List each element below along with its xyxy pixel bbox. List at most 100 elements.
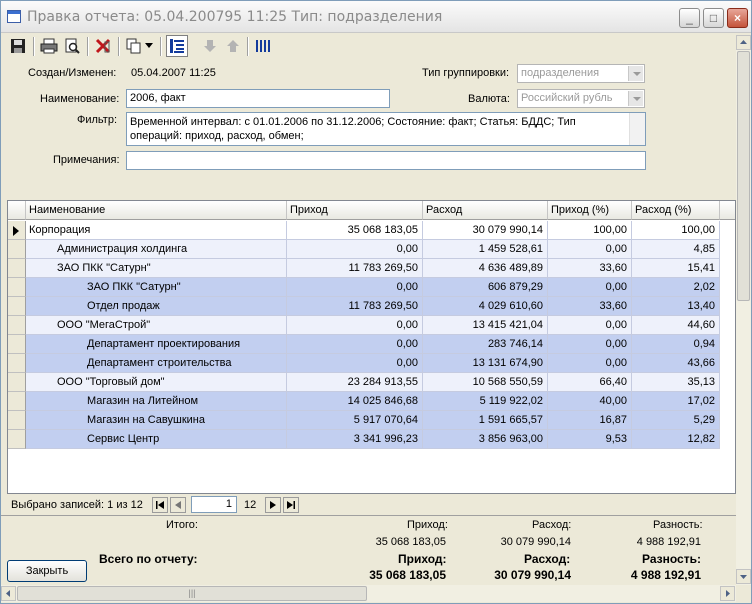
- cell-income[interactable]: 3 341 996,23: [287, 430, 423, 449]
- table-row[interactable]: ЗАО ПКК "Сатурн" 11 783 269,50 4 636 489,8…: [8, 259, 735, 278]
- scroll-thumb[interactable]: [737, 51, 750, 301]
- cell-expense-pct[interactable]: 100,00: [632, 221, 720, 240]
- column-header-expense-pct[interactable]: Расход (%): [632, 201, 720, 220]
- last-page-icon[interactable]: [283, 497, 299, 513]
- cell-expense-pct[interactable]: 4,85: [632, 240, 720, 259]
- column-header-income-pct[interactable]: Приход (%): [548, 201, 632, 220]
- cell-expense[interactable]: 1 459 528,61: [423, 240, 548, 259]
- row-indicator[interactable]: [8, 297, 26, 316]
- copy-dropdown-icon[interactable]: [143, 35, 155, 57]
- move-up-icon[interactable]: [222, 35, 244, 57]
- row-indicator[interactable]: [8, 354, 26, 373]
- cell-income-pct[interactable]: 0,00: [548, 316, 632, 335]
- cell-expense[interactable]: 13 415 421,04: [423, 316, 548, 335]
- cell-income-pct[interactable]: 100,00: [548, 221, 632, 240]
- table-row[interactable]: Администрация холдинга 0,00 1 459 528,61 0,…: [8, 240, 735, 259]
- cell-name[interactable]: Отдел продаж: [26, 297, 287, 316]
- cell-income[interactable]: 14 025 846,68: [287, 392, 423, 411]
- row-indicator[interactable]: [8, 259, 26, 278]
- cell-name[interactable]: ЗАО ПКК "Сатурн": [26, 278, 287, 297]
- cell-expense[interactable]: 30 079 990,14: [423, 221, 548, 240]
- row-indicator[interactable]: [8, 221, 26, 240]
- scroll-left-icon[interactable]: [1, 586, 16, 601]
- next-page-icon[interactable]: [265, 497, 281, 513]
- scroll-down-icon[interactable]: [736, 569, 751, 584]
- cell-expense-pct[interactable]: 0,94: [632, 335, 720, 354]
- cell-income[interactable]: 0,00: [287, 316, 423, 335]
- cell-expense[interactable]: 13 131 674,90: [423, 354, 548, 373]
- cell-expense-pct[interactable]: 43,66: [632, 354, 720, 373]
- table-row[interactable]: ЗАО ПКК "Сатурн" 0,00 606 879,29 0,00 2,02: [8, 278, 735, 297]
- table-row[interactable]: Сервис Центр 3 341 996,23 3 856 963,00 9,53…: [8, 430, 735, 449]
- column-header-name[interactable]: Наименование: [26, 201, 287, 220]
- print-preview-icon[interactable]: [61, 35, 83, 57]
- row-indicator[interactable]: [8, 278, 26, 297]
- cell-name[interactable]: ООО "МегаСтрой": [26, 316, 287, 335]
- row-indicator[interactable]: [8, 240, 26, 259]
- horizontal-scroll-thumb[interactable]: |||: [17, 586, 367, 601]
- cell-income[interactable]: 0,00: [287, 354, 423, 373]
- table-row[interactable]: ООО "МегаСтрой" 0,00 13 415 421,04 0,00 44,6…: [8, 316, 735, 335]
- first-page-icon[interactable]: [152, 497, 168, 513]
- cell-name[interactable]: Департамент проектирования: [26, 335, 287, 354]
- row-indicator[interactable]: [8, 411, 26, 430]
- cell-expense-pct[interactable]: 15,41: [632, 259, 720, 278]
- cell-expense[interactable]: 10 568 550,59: [423, 373, 548, 392]
- row-indicator[interactable]: [8, 335, 26, 354]
- grouping-combo[interactable]: подразделения: [517, 64, 645, 83]
- table-row[interactable]: Магазин на Савушкина 5 917 070,64 1 591 66…: [8, 411, 735, 430]
- cell-expense[interactable]: 606 879,29: [423, 278, 548, 297]
- cell-name[interactable]: Администрация холдинга: [26, 240, 287, 259]
- cell-expense-pct[interactable]: 5,29: [632, 411, 720, 430]
- filter-scrollbar[interactable]: [629, 113, 645, 145]
- delete-icon[interactable]: [92, 35, 114, 57]
- cell-name[interactable]: Департамент строительства: [26, 354, 287, 373]
- cell-expense[interactable]: 283 746,14: [423, 335, 548, 354]
- print-icon[interactable]: [38, 35, 60, 57]
- maximize-button[interactable]: □: [703, 8, 724, 28]
- close-window-button[interactable]: ×: [727, 8, 748, 28]
- cell-expense-pct[interactable]: 2,02: [632, 278, 720, 297]
- cell-expense-pct[interactable]: 35,13: [632, 373, 720, 392]
- prev-page-icon[interactable]: [170, 497, 186, 513]
- scroll-up-icon[interactable]: [736, 35, 751, 50]
- move-down-icon[interactable]: [199, 35, 221, 57]
- cell-expense[interactable]: 4 636 489,89: [423, 259, 548, 278]
- cell-income-pct[interactable]: 9,53: [548, 430, 632, 449]
- cell-income-pct[interactable]: 66,40: [548, 373, 632, 392]
- row-indicator[interactable]: [8, 430, 26, 449]
- cell-expense-pct[interactable]: 13,40: [632, 297, 720, 316]
- cell-income-pct[interactable]: 0,00: [548, 240, 632, 259]
- vertical-scrollbar[interactable]: [736, 35, 751, 585]
- cell-name[interactable]: ООО "Торговый дом": [26, 373, 287, 392]
- cell-name[interactable]: ЗАО ПКК "Сатурн": [26, 259, 287, 278]
- cell-income[interactable]: 0,00: [287, 335, 423, 354]
- column-header-expense[interactable]: Расход: [423, 201, 548, 220]
- table-row[interactable]: Отдел продаж 11 783 269,50 4 029 610,60 33,…: [8, 297, 735, 316]
- row-indicator[interactable]: [8, 373, 26, 392]
- cell-income[interactable]: 23 284 913,55: [287, 373, 423, 392]
- title-bar[interactable]: Правка отчета: 05.04.200795 11:25 Тип: п…: [1, 1, 751, 33]
- cell-expense[interactable]: 3 856 963,00: [423, 430, 548, 449]
- cell-income-pct[interactable]: 33,60: [548, 259, 632, 278]
- save-icon[interactable]: [7, 35, 29, 57]
- chevron-down-icon[interactable]: [628, 66, 643, 81]
- table-row[interactable]: Департамент строительства 0,00 13 131 674,…: [8, 354, 735, 373]
- cell-income[interactable]: 0,00: [287, 240, 423, 259]
- name-input[interactable]: 2006, факт: [126, 89, 390, 108]
- cell-income[interactable]: 35 068 183,05: [287, 221, 423, 240]
- table-row[interactable]: ООО "Торговый дом" 23 284 913,55 10 568 55…: [8, 373, 735, 392]
- cell-income-pct[interactable]: 0,00: [548, 335, 632, 354]
- cell-name[interactable]: Магазин на Литейном: [26, 392, 287, 411]
- cell-income[interactable]: 11 783 269,50: [287, 259, 423, 278]
- page-number-input[interactable]: 1: [191, 496, 237, 513]
- table-row[interactable]: Корпорация 35 068 183,05 30 079 990,14 100,…: [8, 221, 735, 240]
- minimize-button[interactable]: _: [679, 8, 700, 28]
- columns-icon[interactable]: [253, 35, 275, 57]
- cell-name[interactable]: Сервис Центр: [26, 430, 287, 449]
- currency-combo[interactable]: Российский рубль: [517, 89, 645, 108]
- report-grid[interactable]: Наименование Приход Расход Приход (%) Ра…: [7, 200, 736, 494]
- column-header-income[interactable]: Приход: [287, 201, 423, 220]
- cell-income-pct[interactable]: 16,87: [548, 411, 632, 430]
- scroll-right-icon[interactable]: [720, 586, 735, 601]
